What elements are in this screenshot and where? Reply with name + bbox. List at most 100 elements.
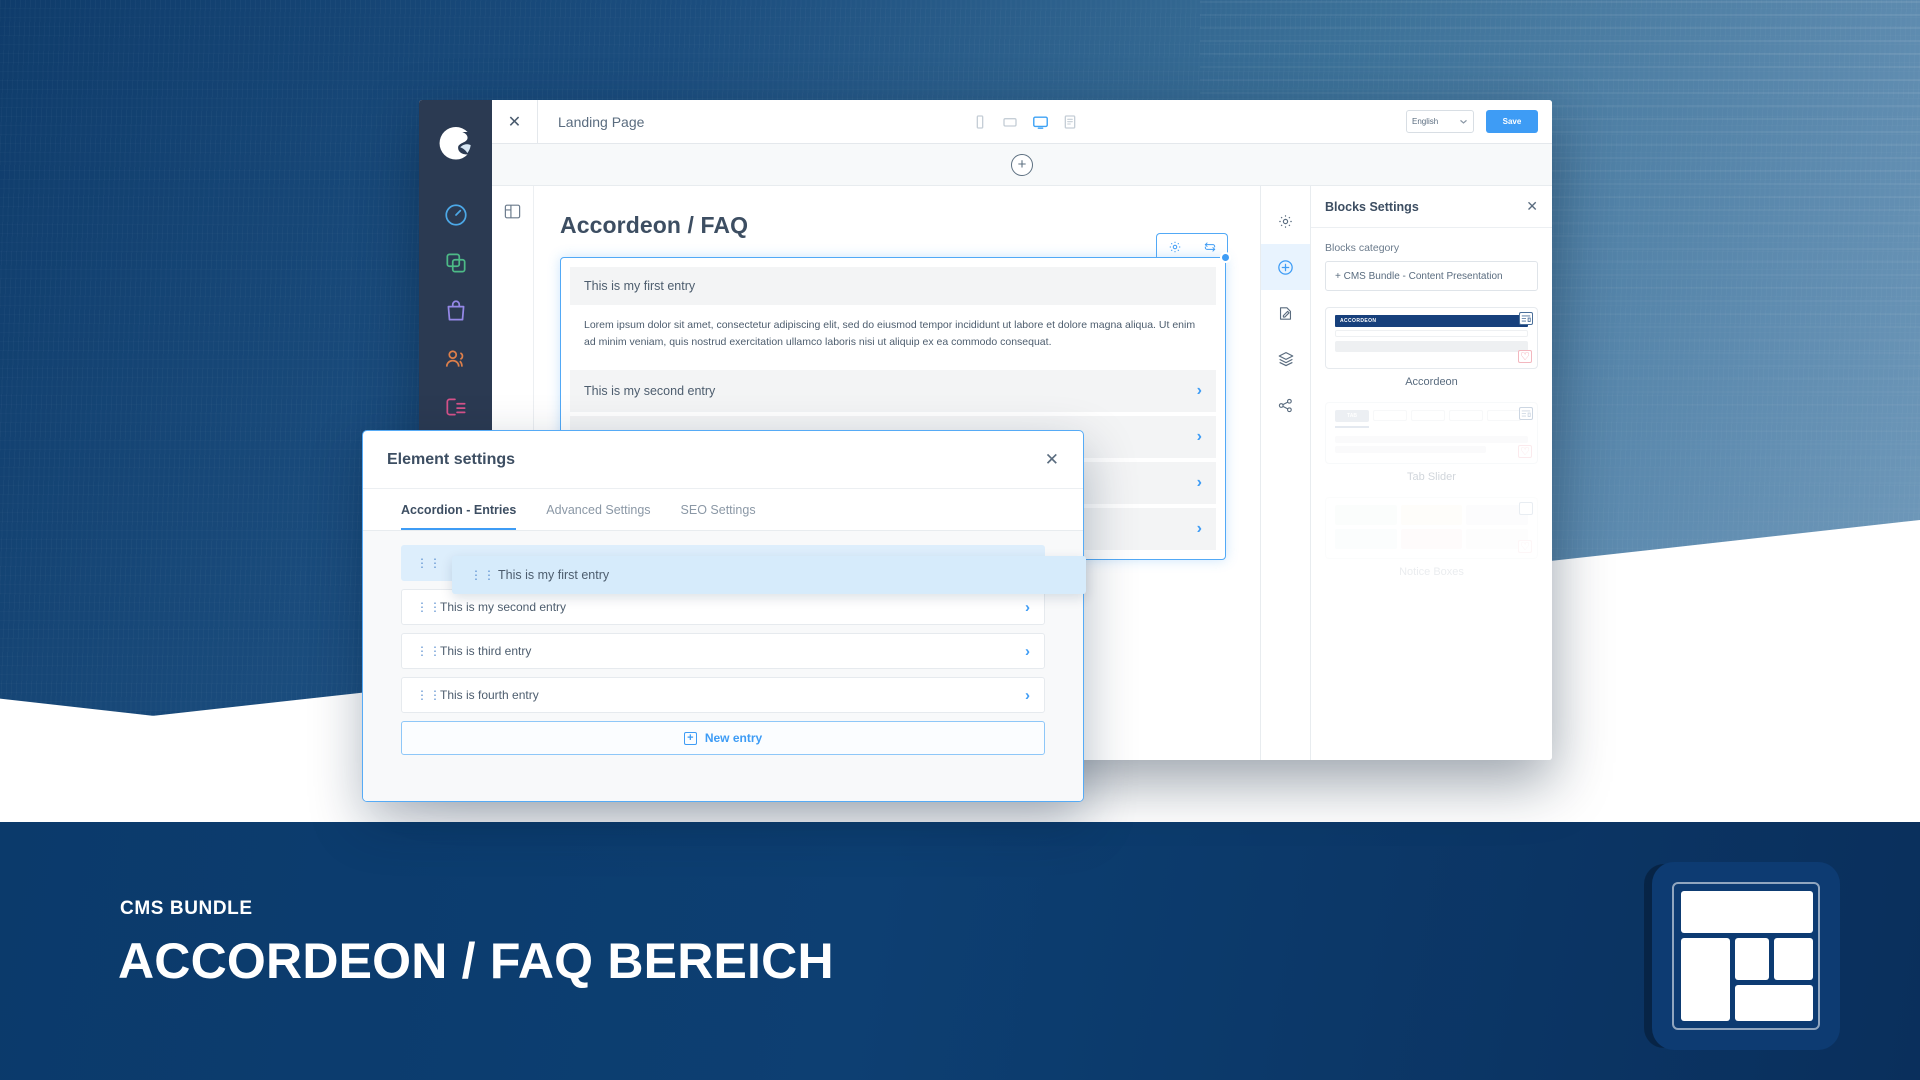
close-editor-button[interactable]: ✕ [492,100,538,143]
entry-row[interactable]: ⋮⋮ This is my second entry › [401,589,1045,625]
block-name: Tab Slider [1407,471,1456,483]
element-toolbar [1156,233,1228,259]
element-swap-icon[interactable] [1203,240,1217,254]
device-preview-switcher [972,114,1078,130]
chevron-right-icon: › [1196,428,1202,445]
blocks-settings-panel: Blocks Settings ✕ Blocks category + CMS … [1310,186,1552,760]
close-modal-button[interactable]: ✕ [1045,450,1059,470]
chevron-right-icon: › [1196,382,1202,399]
sidebar-item-customers[interactable] [443,346,469,372]
new-entry-button[interactable]: + New entry [401,721,1045,755]
drag-handle-icon[interactable]: ⋮⋮ [416,689,441,701]
accordion-entry-title[interactable]: This is my first entry [570,267,1216,305]
block-type-icon [1519,407,1533,420]
add-section-button[interactable]: + [1011,153,1033,176]
entry-row[interactable]: ⋮⋮ This is fourth entry › [401,677,1045,713]
logo-block [1735,985,1814,1021]
edit-content-icon[interactable] [1261,290,1311,336]
layers-icon[interactable] [1261,336,1311,382]
entry-label: This is fourth entry [440,688,539,702]
add-section-bar: + [492,144,1552,186]
drag-handle-icon[interactable]: ⋮⋮ [416,645,441,657]
chevron-right-icon[interactable]: › [1025,687,1030,704]
mobile-preview-icon[interactable] [972,114,988,130]
tab-seo-settings[interactable]: SEO Settings [681,503,756,530]
page-settings-icon[interactable] [1261,198,1311,244]
chevron-right-icon[interactable]: › [1025,599,1030,616]
block-name: Accordeon [1405,376,1458,388]
skeleton-line [1335,330,1528,337]
blocks-panel-header: Blocks Settings ✕ [1311,186,1552,228]
block-type-icon [1519,312,1533,325]
element-settings-modal: Element settings ✕ Accordion - Entries A… [362,430,1084,802]
language-value: English [1411,117,1439,126]
block-preview-label: ACCORDEON [1340,318,1377,324]
blocks-category-label: Blocks category [1325,242,1400,254]
favorite-heart-icon[interactable]: ♡ [1518,445,1532,458]
chevron-right-icon: › [1196,474,1202,491]
entry-label: This is my second entry [440,600,567,614]
accordion-entry-label: This is my second entry [584,384,716,398]
logo-block [1681,891,1814,933]
accordion-entry-body: Lorem ipsum dolor sit amet, consectetur … [570,305,1216,366]
block-thumbnail-notice-boxes[interactable]: ♡ [1325,497,1538,559]
banner-title: ACCORDEON / FAQ BEREICH [118,933,834,989]
favorite-heart-icon[interactable]: ♡ [1518,540,1532,553]
tablet-preview-icon[interactable] [1002,114,1018,130]
sidebar-item-content[interactable] [443,394,469,420]
chevron-right-icon[interactable]: › [1025,643,1030,660]
modal-title: Element settings [387,450,516,468]
dragged-entry-item[interactable]: ⋮⋮ This is my first entry [452,556,1086,594]
block-preview-header: ACCORDEON ^ [1335,315,1528,327]
block-type-icon [1519,502,1533,515]
selection-handle[interactable] [1220,252,1231,263]
drag-handle-icon[interactable]: ⋮⋮ [416,557,441,569]
sidebar-item-catalogues[interactable] [443,250,469,276]
tab-accordion-entries[interactable]: Accordion - Entries [401,503,517,530]
banner-eyebrow: CMS BUNDLE [120,898,253,919]
bottom-banner: CMS BUNDLE ACCORDEON / FAQ BEREICH [0,822,1920,1080]
entry-label: This is third entry [440,644,532,658]
share-icon[interactable] [1261,382,1311,428]
close-blocks-panel-button[interactable]: ✕ [1526,198,1538,215]
language-select[interactable]: English [1405,110,1474,133]
new-entry-label: New entry [704,731,763,745]
sidebar-item-orders[interactable] [443,298,469,324]
logo-block [1735,937,1770,981]
sidebar-item-dashboard[interactable] [443,202,469,228]
element-settings-gear-icon[interactable] [1168,240,1182,254]
blocks-panel-title: Blocks Settings [1325,199,1419,214]
blocks-panel-body: Blocks category + CMS Bundle - Content P… [1311,228,1552,606]
logo-block [1681,937,1731,1021]
add-blocks-icon[interactable] [1260,244,1311,290]
editor-right-rail [1260,186,1311,760]
save-button[interactable]: Save [1485,110,1538,133]
drag-handle-icon[interactable]: ⋮⋮ [470,569,495,581]
dragged-entry-label: This is my first entry [498,568,610,582]
drag-handle-icon[interactable]: ⋮⋮ [416,601,441,613]
chevron-down-icon [1460,119,1467,124]
editor-topbar: ✕ Landing Page English Save [492,100,1552,144]
desktop-preview-icon[interactable] [1032,114,1049,130]
tab-advanced-settings[interactable]: Advanced Settings [546,503,650,530]
chevron-right-icon: › [1196,520,1202,537]
logo-block [1774,937,1814,981]
plus-icon: + [683,731,697,745]
shopware-logo [435,122,477,164]
canvas-heading: Accordeon / FAQ [560,212,749,238]
entry-row[interactable]: ⋮⋮ This is third entry › [401,633,1045,669]
blocks-category-value: + CMS Bundle - Content Presentation [1335,270,1503,282]
blocks-category-select[interactable]: + CMS Bundle - Content Presentation [1325,261,1538,291]
skeleton-block [1335,341,1528,352]
favorite-heart-icon[interactable]: ♡ [1518,350,1532,363]
topbar-actions: English Save [1405,110,1552,133]
page-title: Landing Page [558,113,645,130]
document-preview-icon[interactable] [1062,114,1078,130]
modal-tabs: Accordion - Entries Advanced Settings SE… [363,489,1083,531]
block-name: Notice Boxes [1399,566,1464,578]
logo-grid [1672,882,1820,1030]
accordion-entry-row[interactable]: This is my second entry › [570,370,1216,412]
block-thumbnail-accordeon[interactable]: ACCORDEON ^ ♡ [1325,307,1538,369]
cms-layout-logo [1652,862,1840,1050]
block-thumbnail-tab[interactable]: TAB ♡ [1325,402,1538,464]
